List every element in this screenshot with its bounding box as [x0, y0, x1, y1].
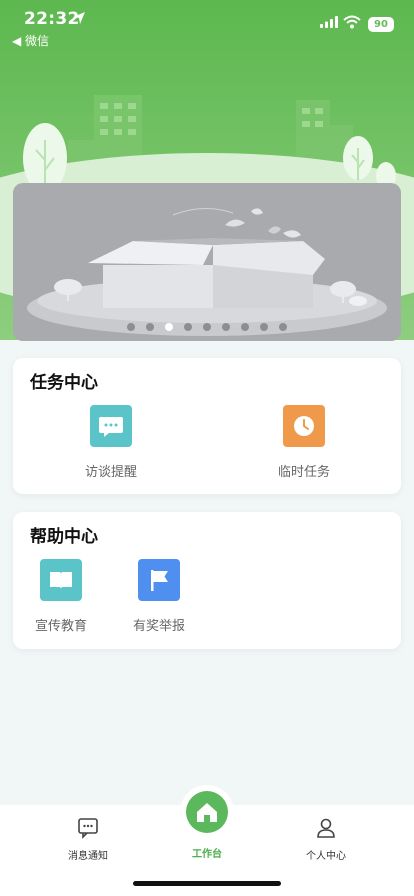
- temporary-task-tile[interactable]: 临时任务: [254, 405, 354, 480]
- reward-report-tile[interactable]: 有奖举报: [109, 559, 209, 634]
- tab-message-notifications[interactable]: 消息通知: [38, 817, 138, 862]
- carousel-dot[interactable]: [279, 323, 287, 331]
- carousel-dot[interactable]: [241, 323, 249, 331]
- carousel-dot[interactable]: [146, 323, 154, 331]
- empty-box-illustration: [27, 208, 387, 336]
- status-bar: 22:32 ◀ 微信 90: [0, 0, 414, 50]
- temporary-task-label: 临时任务: [277, 465, 330, 480]
- back-to-app-link[interactable]: ◀ 微信: [12, 32, 49, 49]
- carousel-dot[interactable]: [203, 323, 211, 331]
- reward-report-label: 有奖举报: [132, 619, 185, 634]
- wifi-icon: [343, 15, 361, 29]
- task-center-card: 任务中心 访谈提醒 临时任务: [13, 358, 401, 494]
- home-icon[interactable]: [186, 791, 228, 833]
- publicity-education-tile[interactable]: 宣传教育: [11, 559, 111, 634]
- banner-carousel[interactable]: [13, 183, 401, 341]
- clock-icon: [283, 405, 325, 447]
- interview-reminder-label: 访谈提醒: [84, 465, 137, 480]
- location-arrow-icon: [73, 12, 85, 24]
- book-icon: [40, 559, 82, 601]
- publicity-education-label: 宣传教育: [34, 619, 87, 634]
- tab-message-label: 消息通知: [68, 851, 108, 862]
- carousel-dot[interactable]: [222, 323, 230, 331]
- flag-icon: [138, 559, 180, 601]
- carousel-dot[interactable]: [260, 323, 268, 331]
- help-center-card: 帮助中心 宣传教育 有奖举报: [13, 512, 401, 649]
- chat-bubble-icon: [90, 405, 132, 447]
- carousel-dot[interactable]: [184, 323, 192, 331]
- tab-personal-center[interactable]: 个人中心: [276, 817, 376, 862]
- carousel-dots[interactable]: [13, 323, 401, 331]
- battery-level: 90: [374, 19, 388, 30]
- carousel-dot[interactable]: [127, 323, 135, 331]
- task-center-title: 任务中心: [30, 373, 98, 393]
- battery-icon: 90: [368, 17, 394, 32]
- message-icon: [78, 818, 98, 839]
- interview-reminder-tile[interactable]: 访谈提醒: [61, 405, 161, 480]
- carousel-dot-active[interactable]: [165, 323, 173, 331]
- home-indicator: [133, 881, 281, 886]
- help-center-title: 帮助中心: [30, 527, 98, 547]
- tab-workbench-label: 工作台: [192, 849, 222, 860]
- person-icon: [317, 818, 335, 838]
- tab-personal-label: 个人中心: [306, 851, 346, 862]
- cellular-signal-icon: [320, 16, 338, 28]
